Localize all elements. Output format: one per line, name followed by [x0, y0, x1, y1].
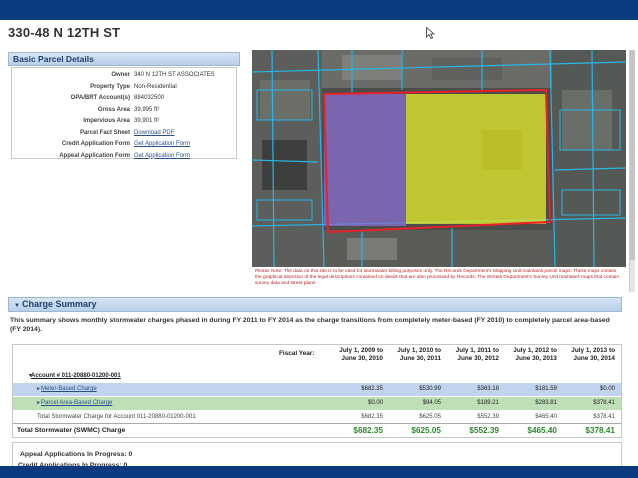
detail-row-credit-form: Credit Application Form Get Application … — [12, 139, 236, 151]
detail-row-fact-sheet: Parcel Fact Sheet Download PDF — [12, 128, 236, 140]
detail-row-owner: Owner 340 N 12TH ST ASSOCIATES — [12, 70, 236, 82]
map-scrollbar[interactable] — [629, 50, 635, 292]
owner-value: 340 N 12TH ST ASSOCIATES — [134, 72, 215, 78]
impervious-area-value: 39,901 ft² — [134, 118, 160, 124]
credit-application-link[interactable]: Get Application Form — [134, 139, 236, 151]
detail-label: Impervious Area — [83, 118, 130, 124]
swmc-total-value: $682.35 — [353, 426, 383, 435]
meter-charge-value: $181.59 — [535, 386, 557, 392]
year-column-header: July 1, 2009 to June 30, 2010 — [339, 347, 383, 362]
parcel-aerial-map[interactable] — [252, 50, 626, 267]
meter-charge-label[interactable]: Meter-Based Charge — [41, 383, 97, 396]
charge-table: Fiscal Year: July 1, 2009 to June 30, 201… — [12, 344, 622, 438]
map-disclaimer: Please Note: The data on this site is to… — [255, 269, 619, 286]
detail-label: Appeal Application Form — [59, 152, 130, 159]
detail-label: Parcel Fact Sheet — [79, 129, 130, 136]
detail-row-gross-area: Gross Area 39,995 ft² — [12, 105, 236, 117]
detail-row-property-type: Property Type Non-Residential — [12, 82, 236, 94]
swmc-total-value: $378.41 — [585, 426, 615, 435]
swmc-total-label: Total Stormwater (SWMC) Charge — [17, 427, 126, 434]
mouse-cursor-icon — [426, 27, 435, 39]
gross-area-value: 39,995 ft² — [134, 106, 160, 113]
account-row[interactable]: ▾ Account # 011-20880-01200-001 — [13, 370, 621, 383]
scrollbar-thumb[interactable] — [630, 50, 635, 260]
parcel-charge-value: $283.81 — [535, 400, 557, 406]
parcel-details-heading: Basic Parcel Details — [8, 52, 240, 66]
parcel-charge-value: $0.00 — [367, 400, 383, 406]
property-type-value: Non-Residential — [134, 83, 177, 90]
year-column-header: July 1, 2011 to June 30, 2012 — [455, 347, 499, 362]
detail-label: Owner — [111, 72, 130, 78]
fiscal-year-label: Fiscal Year: — [279, 350, 315, 357]
parcel-charge-label[interactable]: Parcel Area-Based Charge — [41, 397, 112, 410]
parcel-details-panel: Owner 340 N 12TH ST ASSOCIATES Property … — [11, 67, 237, 159]
meter-charge-row[interactable]: ▸ Meter-Based Charge $682.35 $530.99 $36… — [13, 383, 621, 396]
top-bar — [0, 0, 638, 20]
meter-charge-value: $530.99 — [419, 386, 441, 392]
account-value: 884032500 — [134, 95, 165, 101]
swmc-total-value: $625.05 — [411, 426, 441, 435]
triangle-down-icon[interactable]: ▼ — [14, 303, 22, 309]
meter-charge-value: $363.18 — [477, 386, 499, 392]
appeal-application-link[interactable]: Get Application Form — [134, 151, 236, 163]
detail-row-account: OPA/BRT Account(s) 884032500 — [12, 93, 236, 105]
detail-label: OPA/BRT Account(s) — [70, 95, 130, 101]
detail-row-appeal-form: Appeal Application Form Get Application … — [12, 151, 236, 163]
meter-charge-value: $682.35 — [361, 386, 383, 392]
bottom-bar — [0, 466, 638, 478]
year-column-header: July 1, 2013 to June 30, 2014 — [571, 347, 615, 362]
detail-row-impervious-area: Impervious Area 39,901 ft² — [12, 116, 236, 128]
year-column-header: July 1, 2010 to June 30, 2011 — [397, 347, 441, 362]
charge-summary-heading[interactable]: ▼ Charge Summary — [8, 297, 622, 312]
swmc-total-value: $552.39 — [469, 426, 499, 435]
map-canvas — [252, 50, 626, 267]
parcel-charge-value: $378.41 — [593, 400, 615, 406]
triangle-right-icon[interactable]: ▸ — [37, 383, 40, 396]
detail-label: Property Type — [90, 83, 130, 90]
account-label[interactable]: Account # 011-20880-01200-001 — [31, 370, 121, 383]
triangle-right-icon[interactable]: ▸ — [37, 397, 40, 410]
table-header-row: Fiscal Year: July 1, 2009 to June 30, 201… — [13, 347, 621, 369]
download-pdf-link[interactable]: Download PDF — [134, 128, 236, 140]
meter-charge-value: $0.00 — [599, 386, 615, 392]
page-title: 330-48 N 12TH ST — [8, 25, 121, 40]
parcel-charge-value: $94.05 — [422, 400, 441, 406]
charge-summary-title: Charge Summary — [22, 299, 97, 309]
charge-summary-text: This summary shows monthly stormwater ch… — [10, 317, 610, 333]
parcel-charge-value: $189.21 — [477, 400, 499, 406]
parcel-charge-row[interactable]: ▸ Parcel Area-Based Charge $0.00 $94.05 … — [13, 397, 621, 410]
swmc-total-value: $465.40 — [527, 426, 557, 435]
year-column-header: July 1, 2012 to June 30, 2013 — [513, 347, 557, 362]
detail-label: Gross Area — [97, 106, 130, 113]
swmc-total-row: Total Stormwater (SWMC) Charge $682.35 $… — [13, 423, 621, 437]
detail-label: Credit Application Form — [61, 141, 130, 147]
